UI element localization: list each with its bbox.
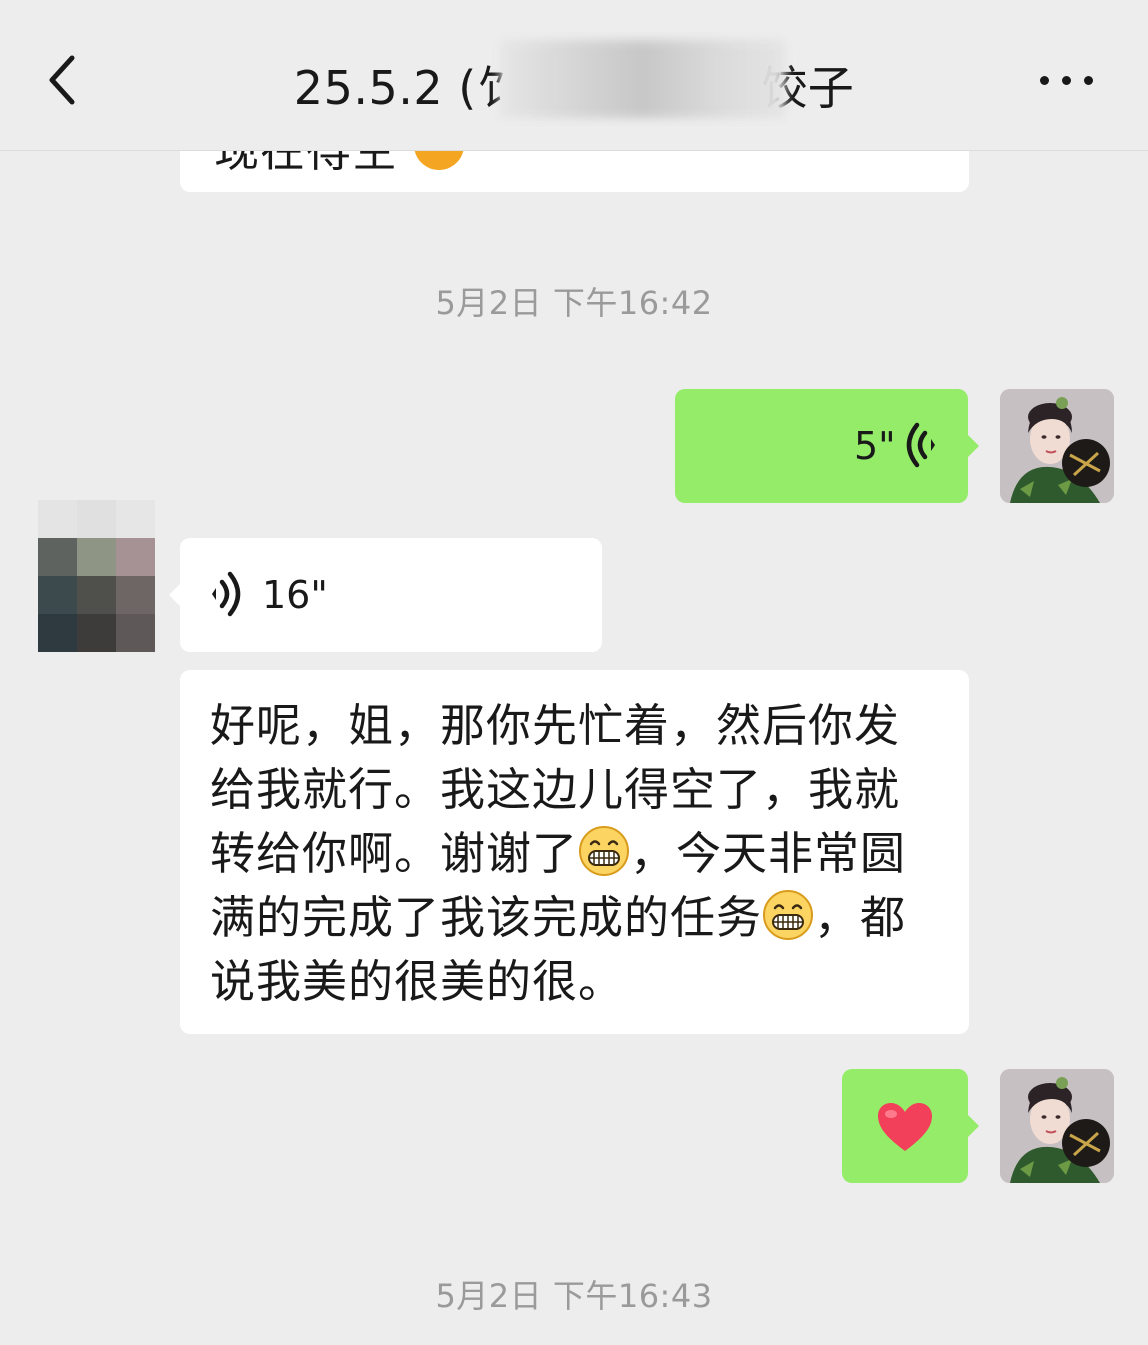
grin-emoji-icon	[763, 890, 814, 940]
heart-message-sent[interactable]	[842, 1069, 968, 1183]
heart-emoji-icon	[876, 1101, 934, 1157]
avatar-self[interactable]	[1000, 1069, 1114, 1183]
voice-message-sent[interactable]: 5"	[675, 389, 968, 503]
voice-wave-icon	[204, 568, 244, 624]
chat-header: 25.5.2 (饣 饺子	[0, 0, 1148, 151]
timestamp: 5月2日 下午16:43	[435, 1277, 713, 1315]
timestamp: 5月2日 下午16:42	[435, 284, 713, 322]
more-button[interactable]	[1032, 60, 1102, 104]
title-redaction-blur	[500, 40, 785, 118]
more-dots-icon	[1040, 76, 1049, 85]
chat-title-text: 25.5.2 (饣	[293, 61, 524, 115]
voice-message-received[interactable]: 16"	[180, 538, 602, 652]
chat-message-list[interactable]: 现在得空 5月2日 下午16:42 5"	[0, 0, 1148, 1345]
grin-emoji-icon	[579, 826, 630, 876]
avatar-other-pixelated[interactable]	[38, 500, 155, 652]
avatar-self[interactable]	[1000, 389, 1114, 503]
voice-duration: 16"	[262, 573, 328, 617]
text-message-received[interactable]: 好呢，姐，那你先忙着，然后你发给我就行。我这边儿得空了，我就转给你啊。谢谢了 ，今…	[180, 670, 969, 1034]
voice-duration: 5"	[854, 424, 896, 468]
voice-wave-icon	[903, 419, 943, 475]
message-text: 好呢，姐，那你先忙着，然后你发给我就行。我这边儿得空了，我就转给你啊。谢谢了 ，今…	[210, 694, 941, 1014]
